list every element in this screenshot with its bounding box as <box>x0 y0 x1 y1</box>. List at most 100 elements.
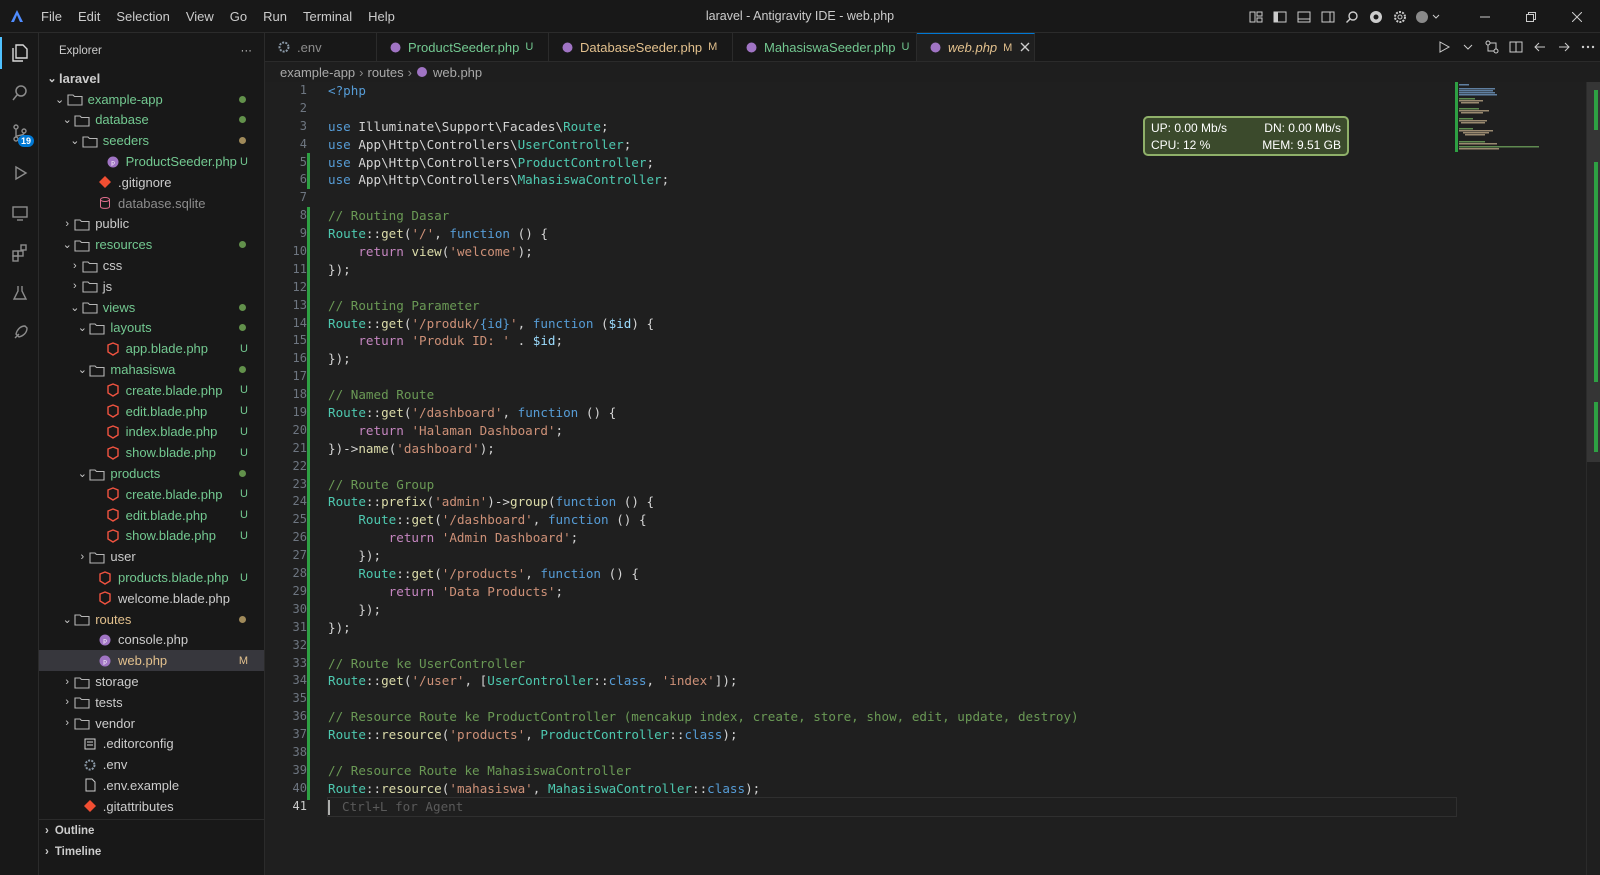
php-file-icon <box>416 66 428 78</box>
menu-selection[interactable]: Selection <box>108 0 177 33</box>
code-line: <?php <box>328 83 366 98</box>
tree-item[interactable]: welcome.blade.php <box>39 588 264 609</box>
tree-item[interactable]: p console.php <box>39 630 264 651</box>
tree-item[interactable]: edit.blade.php U <box>39 505 264 526</box>
tree-item[interactable]: ⌄ layouts <box>39 318 264 339</box>
minimap[interactable] <box>1455 82 1555 152</box>
git-status-badge: U <box>240 342 248 355</box>
remote-explorer-icon[interactable] <box>0 193 39 233</box>
tree-item-label: edit.blade.php <box>125 507 208 523</box>
menu-run[interactable]: Run <box>255 0 295 33</box>
tree-item[interactable]: ⌄ example-app <box>39 89 264 110</box>
menu-file[interactable]: File <box>33 0 70 33</box>
tree-item[interactable]: › user <box>39 546 264 567</box>
database-file-icon <box>97 195 113 211</box>
tree-item[interactable]: ⌄ products <box>39 463 264 484</box>
navigate-back-icon[interactable] <box>1528 35 1552 59</box>
tree-item[interactable]: edit.blade.php U <box>39 401 264 422</box>
chevron-right-icon: › <box>407 64 412 80</box>
tree-item[interactable]: ⌄ routes <box>39 609 264 630</box>
breadcrumb-item[interactable]: routes <box>368 65 404 80</box>
tree-item[interactable]: › vendor <box>39 713 264 734</box>
breadcrumb-item[interactable]: web.php <box>433 65 482 80</box>
split-editor-icon[interactable] <box>1504 35 1528 59</box>
toggle-secondary-sidebar-icon[interactable] <box>1317 6 1339 28</box>
tree-item[interactable]: .env.example <box>39 775 264 796</box>
navigate-forward-icon[interactable] <box>1552 35 1576 59</box>
editor-tab[interactable]: DatabaseSeeder.php M <box>549 33 733 61</box>
menu-help[interactable]: Help <box>360 0 403 33</box>
menu-view[interactable]: View <box>178 0 222 33</box>
deploy-rocket-icon[interactable] <box>0 313 39 353</box>
run-file-icon[interactable] <box>1432 35 1456 59</box>
close-tab-icon[interactable] <box>1020 40 1030 55</box>
open-changes-icon[interactable] <box>1480 35 1504 59</box>
more-actions-icon[interactable] <box>1576 35 1600 59</box>
tree-item[interactable]: ⌄ mahasiswa <box>39 359 264 380</box>
chevron-down-icon: ⌄ <box>70 135 80 148</box>
blade-file-icon <box>105 507 121 523</box>
tree-item[interactable]: ⌄ seeders <box>39 130 264 151</box>
tree-item[interactable]: .env <box>39 754 264 775</box>
tree-item[interactable]: ⌄ resources <box>39 234 264 255</box>
timeline-section[interactable]: › Timeline <box>39 841 264 862</box>
added-lines-marker <box>307 207 310 800</box>
tree-item[interactable]: show.blade.php U <box>39 442 264 463</box>
tree-item[interactable]: › public <box>39 214 264 235</box>
tree-item[interactable]: p ProductSeeder.php U <box>39 151 264 172</box>
explorer-icon[interactable] <box>0 33 39 73</box>
editor-tab[interactable]: web.php M <box>917 33 1035 61</box>
testing-flask-icon[interactable] <box>0 273 39 313</box>
run-debug-icon[interactable] <box>0 153 39 193</box>
tree-item[interactable]: › tests <box>39 692 264 713</box>
extensions-icon[interactable] <box>0 233 39 273</box>
tree-item[interactable]: index.blade.php U <box>39 422 264 443</box>
source-control-icon[interactable]: 19 <box>0 113 39 153</box>
menu-go[interactable]: Go <box>222 0 255 33</box>
tree-item[interactable]: › js <box>39 276 264 297</box>
chevron-down-icon: ⌄ <box>77 364 87 377</box>
tree-item[interactable]: products.blade.php U <box>39 567 264 588</box>
toggle-sidebar-icon[interactable] <box>1269 6 1291 28</box>
tree-item[interactable]: .gitattributes <box>39 796 264 817</box>
code-line: // Route Group <box>328 476 435 492</box>
explorer-more-icon[interactable]: ··· <box>241 45 253 57</box>
search-icon[interactable] <box>1341 6 1363 28</box>
tree-item[interactable]: database.sqlite <box>39 193 264 214</box>
tree-item[interactable]: ⌄ database <box>39 110 264 131</box>
code-editor[interactable]: 1 2 3 4 5 6 7 8 9 10 11 12 13 14 15 16 17 18 19 20 21 22 23 24 2… <box>265 82 1600 875</box>
editor-tab[interactable]: .env <box>265 33 377 61</box>
tree-item[interactable]: create.blade.php U <box>39 380 264 401</box>
menu-edit[interactable]: Edit <box>70 0 108 33</box>
tree-item[interactable]: .gitignore <box>39 172 264 193</box>
close-window-icon[interactable] <box>1554 0 1600 33</box>
tree-item[interactable]: › css <box>39 255 264 276</box>
tree-item[interactable]: ⌄ laravel <box>39 68 264 89</box>
tree-item[interactable]: show.blade.php U <box>39 526 264 547</box>
tree-item[interactable]: app.blade.php U <box>39 338 264 359</box>
editor-tab[interactable]: MahasiswaSeeder.php U <box>733 33 917 61</box>
chevron-down-icon[interactable] <box>1456 35 1480 59</box>
tree-item-label: mahasiswa <box>110 362 176 378</box>
git-status-badge: U <box>240 384 248 397</box>
customize-layout-icon[interactable] <box>1245 6 1267 28</box>
menu-terminal[interactable]: Terminal <box>295 0 360 33</box>
breadcrumb-item[interactable]: example-app <box>280 65 355 80</box>
outline-section[interactable]: › Outline <box>39 820 264 841</box>
vertical-scrollbar[interactable] <box>1586 82 1600 875</box>
browser-icon[interactable] <box>1365 6 1387 28</box>
line-number: 1 <box>299 83 307 97</box>
tree-item[interactable]: › storage <box>39 671 264 692</box>
current-code-line[interactable]: Ctrl+L for Agent <box>327 796 1457 817</box>
tree-item[interactable]: p web.php M <box>39 650 264 672</box>
tree-item[interactable]: create.blade.php U <box>39 484 264 505</box>
minimize-icon[interactable] <box>1462 0 1508 33</box>
toggle-panel-icon[interactable] <box>1293 6 1315 28</box>
tree-item[interactable]: ⌄ views <box>39 297 264 318</box>
search-view-icon[interactable] <box>0 73 39 113</box>
editor-tab[interactable]: ProductSeeder.php U <box>377 33 549 61</box>
tree-item[interactable]: .editorconfig <box>39 734 264 755</box>
settings-gear-icon[interactable] <box>1389 6 1411 28</box>
account-avatar-icon[interactable] <box>1413 6 1445 28</box>
restore-icon[interactable] <box>1508 0 1554 33</box>
